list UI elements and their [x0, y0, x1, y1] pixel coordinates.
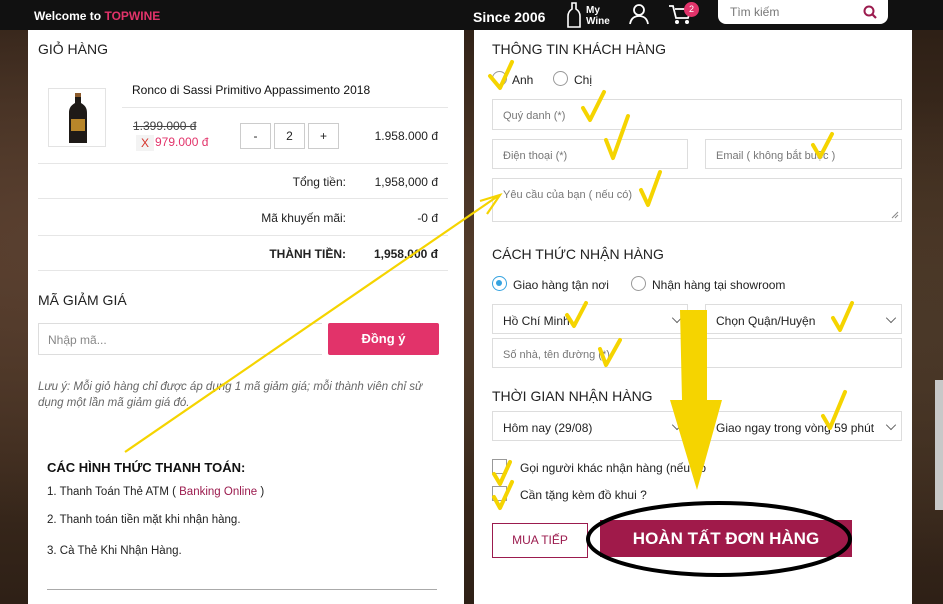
continue-shopping-button[interactable]: MUA TIẾP: [492, 523, 588, 558]
phone-placeholder: Điện thoại (*): [503, 150, 568, 162]
other-receiver-checkbox[interactable]: [492, 459, 507, 474]
banking-online-link[interactable]: Banking Online: [179, 486, 257, 498]
divider: [38, 163, 448, 164]
search-input[interactable]: Tìm kiếm: [730, 5, 779, 19]
payment-method-1-suffix: ): [257, 486, 265, 498]
time-slot-value: Giao ngay trong vòng 59 phút: [716, 421, 875, 435]
address-placeholder: Số nhà, tên đường (*): [503, 349, 610, 361]
chevron-down-icon: [671, 312, 683, 324]
district-value: Chọn Quận/Huyện: [716, 314, 816, 328]
my-wine-link[interactable]: My Wine: [566, 2, 614, 28]
radio-anh-label[interactable]: Anh: [512, 73, 533, 87]
search-icon[interactable]: [863, 5, 877, 19]
my-wine-line1: My: [586, 5, 600, 16]
discount-value: -0 đ: [417, 211, 438, 225]
since-label: Since 2006: [473, 9, 546, 25]
checkout-panel: THÔNG TIN KHÁCH HÀNG Anh Chị Quý danh (*…: [474, 30, 912, 604]
home-delivery-label[interactable]: Giao hàng tận nơi: [513, 278, 609, 292]
payment-method-1-text: 1. Thanh Toán Thẻ ATM (: [47, 486, 180, 498]
welcome-text: Welcome to TOPWINE: [34, 9, 160, 23]
showroom-label[interactable]: Nhận hàng tại showroom: [652, 278, 785, 292]
chevron-down-icon: [885, 419, 897, 431]
remove-item-button[interactable]: X: [136, 135, 154, 151]
total-label: THÀNH TIỀN:: [269, 247, 346, 261]
product-name[interactable]: Ronco di Sassi Primitivo Appassimento 20…: [132, 83, 370, 97]
total-value: 1,958,000 đ: [373, 247, 438, 261]
divider: [38, 270, 448, 271]
my-wine-line2: Wine: [586, 16, 610, 27]
scrollbar[interactable]: [935, 380, 943, 510]
qty-input[interactable]: 2: [274, 123, 305, 149]
customer-info-title: THÔNG TIN KHÁCH HÀNG: [492, 41, 666, 57]
qty-minus-button[interactable]: -: [240, 123, 271, 149]
opener-label[interactable]: Cần tặng kèm đồ khui ?: [520, 488, 647, 502]
subtotal-value: 1,958,000 đ: [374, 175, 438, 189]
request-textarea[interactable]: Yêu cầu của bạn ( nếu có): [492, 178, 902, 222]
payment-methods-title: CÁC HÌNH THỨC THANH TOÁN:: [47, 460, 246, 475]
coupon-title: MÃ GIẢM GIÁ: [38, 292, 127, 308]
day-value: Hôm nay (29/08): [503, 421, 593, 435]
chevron-down-icon: [671, 419, 683, 431]
radio-showroom[interactable]: [631, 276, 646, 291]
chevron-down-icon: [885, 312, 897, 324]
district-select[interactable]: Chọn Quận/Huyện: [705, 304, 902, 334]
radio-chi-label[interactable]: Chị: [574, 73, 592, 87]
old-price: 1.399.000 đ: [133, 119, 197, 133]
time-slot-select[interactable]: Giao ngay trong vòng 59 phút: [705, 411, 902, 441]
divider: [47, 589, 437, 590]
payment-method-3: 3. Cà Thẻ Khi Nhận Hàng.: [47, 545, 182, 557]
wine-bottle-image: [69, 93, 87, 143]
email-placeholder: Email ( không bắt buộc ): [716, 150, 836, 162]
other-receiver-label[interactable]: Gọi người khác nhận hàng (nếu có): [520, 461, 706, 475]
opener-checkbox[interactable]: [492, 486, 507, 501]
brand-name: TOPWINE: [104, 9, 161, 23]
radio-chi[interactable]: [553, 71, 568, 86]
day-select[interactable]: Hôm nay (29/08): [492, 411, 688, 441]
coupon-note: Lưu ý: Mỗi giỏ hàng chỉ được áp dụng 1 m…: [38, 381, 423, 409]
coupon-input[interactable]: Nhập mã...: [38, 323, 322, 355]
subtotal-label: Tổng tiền:: [292, 175, 346, 189]
complete-order-button[interactable]: HOÀN TẤT ĐƠN HÀNG: [600, 520, 852, 557]
welcome-prefix: Welcome to: [34, 9, 105, 23]
product-thumbnail[interactable]: [48, 88, 106, 147]
top-bar: Welcome to TOPWINE Since 2006 My Wine 2 T…: [0, 0, 943, 30]
divider: [38, 198, 448, 199]
cart-panel: GIỎ HÀNG Ronco di Sassi Primitivo Appass…: [28, 30, 464, 604]
radio-home-delivery[interactable]: [492, 276, 507, 291]
discount-label: Mã khuyến mãi:: [261, 211, 346, 225]
request-placeholder: Yêu cầu của bạn ( nếu có): [503, 189, 633, 201]
city-select[interactable]: Hồ Chí Minh: [492, 304, 688, 334]
search-box[interactable]: Tìm kiếm: [718, 0, 888, 24]
cart-count-badge: 2: [684, 2, 699, 17]
wine-bottle-icon: [567, 2, 581, 28]
delivery-time-title: THỜI GIAN NHẬN HÀNG: [492, 388, 653, 404]
email-field[interactable]: Email ( không bắt buộc ): [705, 139, 902, 169]
user-icon[interactable]: [628, 3, 650, 28]
name-placeholder: Quý danh (*): [503, 110, 566, 122]
coupon-placeholder: Nhập mã...: [48, 333, 107, 347]
divider: [122, 107, 448, 108]
sale-price: 979.000 đ: [155, 135, 209, 149]
payment-method-2: 2. Thanh toán tiền mặt khi nhận hàng.: [47, 514, 241, 526]
apply-coupon-button[interactable]: Đồng ý: [328, 323, 439, 355]
payment-method-1: 1. Thanh Toán Thẻ ATM ( Banking Online ): [47, 486, 264, 498]
radio-anh[interactable]: [492, 71, 507, 86]
phone-field[interactable]: Điện thoại (*): [492, 139, 688, 169]
delivery-method-title: CÁCH THỨC NHẬN HÀNG: [492, 246, 664, 262]
city-value: Hồ Chí Minh: [503, 314, 570, 328]
name-field[interactable]: Quý danh (*): [492, 99, 902, 130]
line-total: 1.958.000 đ: [374, 129, 438, 143]
divider: [38, 235, 448, 236]
resize-handle-icon[interactable]: [891, 211, 899, 219]
cart-title: GIỎ HÀNG: [38, 41, 109, 57]
address-field[interactable]: Số nhà, tên đường (*): [492, 338, 902, 368]
